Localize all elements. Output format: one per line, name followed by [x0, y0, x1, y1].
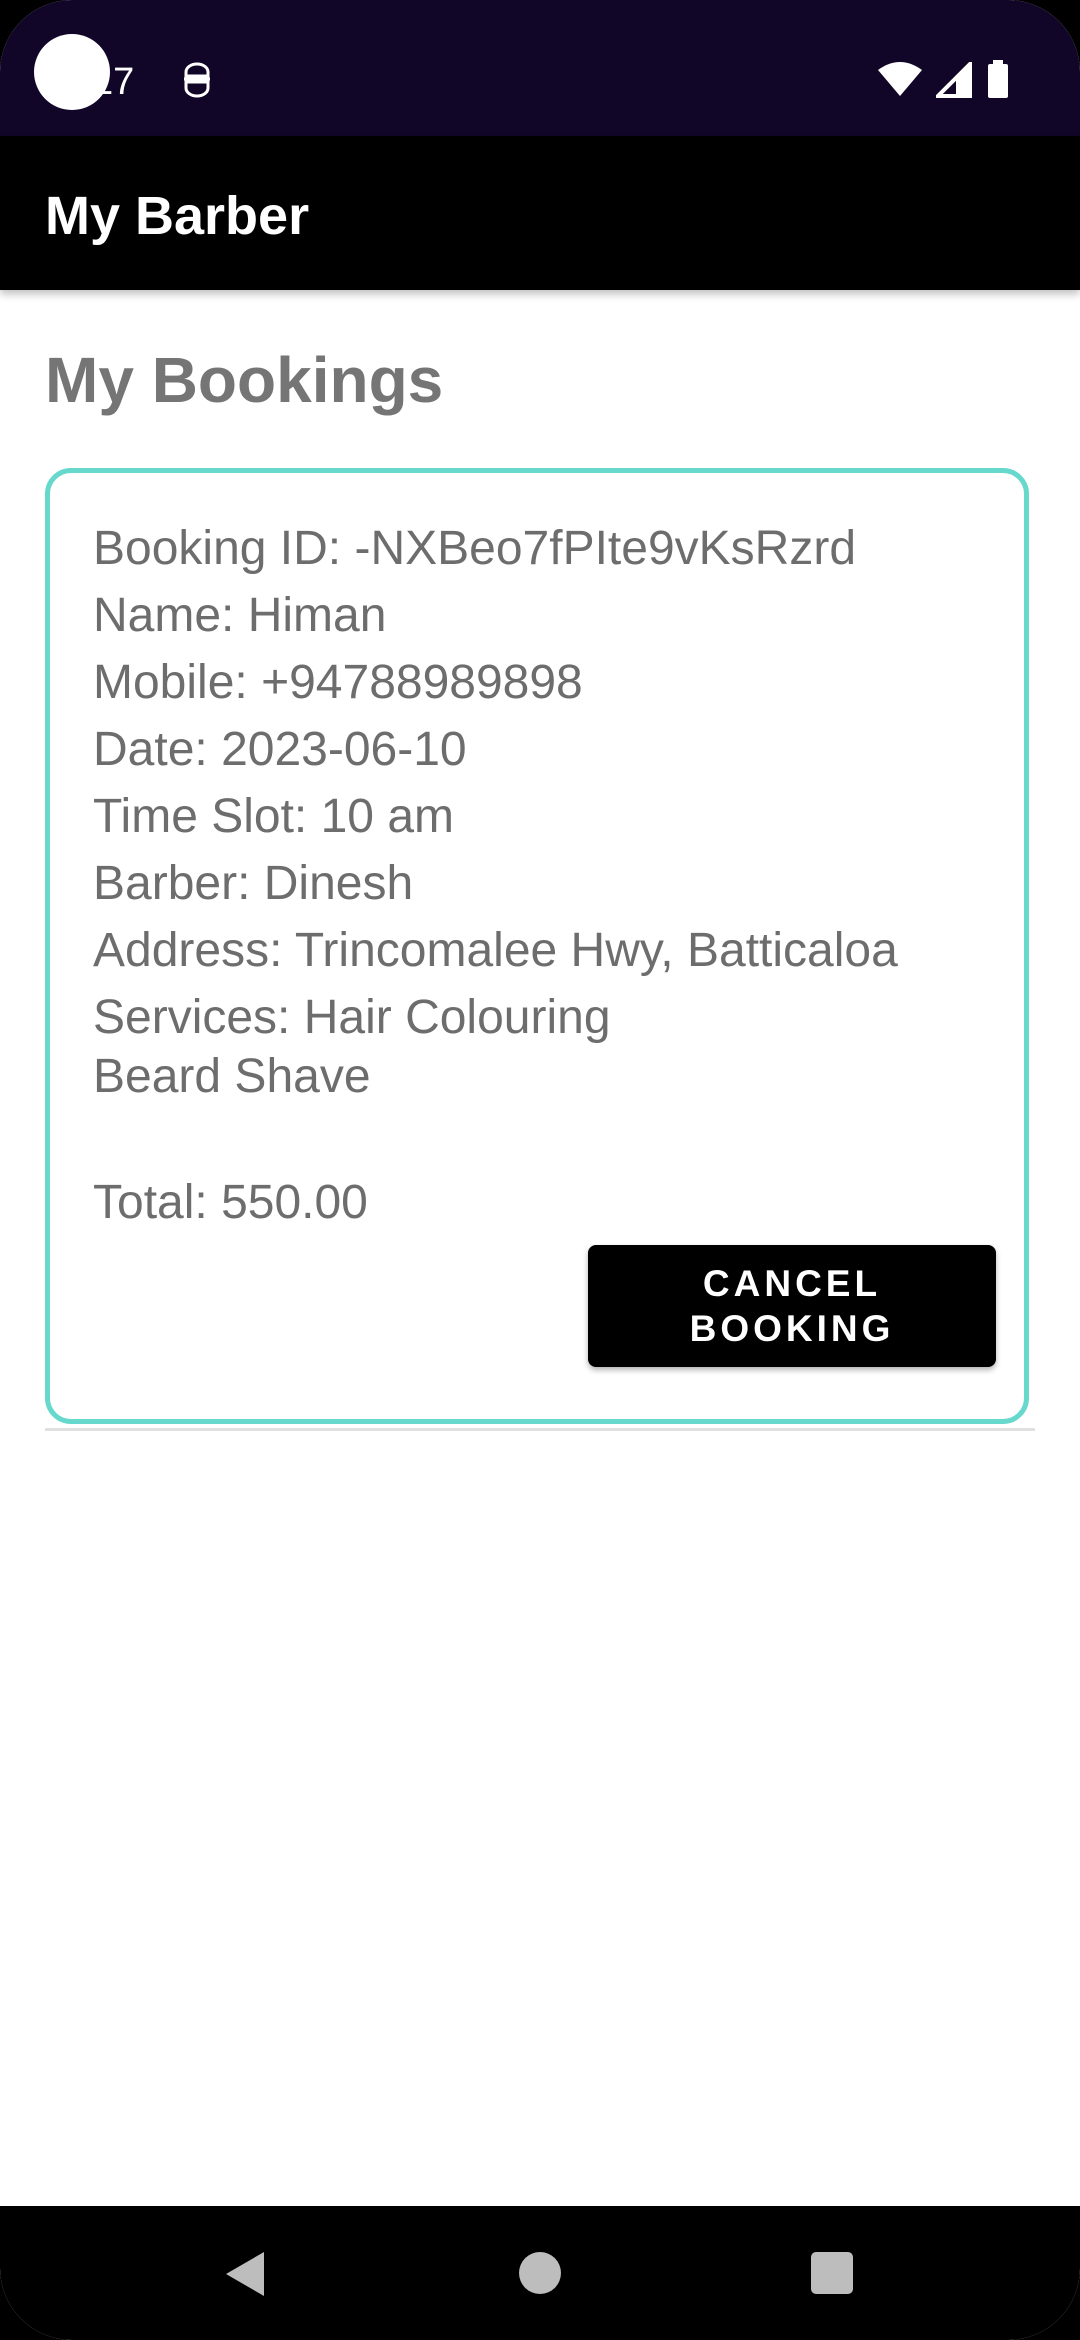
app-title: My Barber: [45, 186, 310, 246]
wifi-icon: [878, 62, 922, 96]
booking-barber-text: Barber: Dinesh: [93, 857, 414, 910]
booking-services-line: Services: Hair Colouring: [93, 991, 611, 1044]
booking-card: Booking ID: -NXBeo7fPIte9vKsRzrd Name: H…: [45, 468, 1029, 1424]
app-bar: My Barber: [0, 136, 1080, 290]
booking-details: Booking ID: -NXBeo7fPIte9vKsRzrd Name: H…: [93, 515, 993, 1236]
back-icon[interactable]: [222, 2250, 268, 2298]
device-screen: 17 My Barber My Bookings Booking ID: -NX…: [0, 0, 1080, 2340]
status-time: 17: [92, 61, 135, 103]
booking-mobile-text: Mobile: +94788989898: [93, 656, 583, 709]
status-bar: 17: [0, 0, 1080, 136]
signal-icon: [936, 62, 972, 98]
booking-date-text: Date: 2023-06-10: [93, 723, 467, 776]
battery-icon: [988, 60, 1008, 98]
booking-services: Services: Hair Colouring Beard Shave: [93, 988, 993, 1106]
status-icons: [878, 60, 1010, 100]
cancel-booking-button[interactable]: CANCEL BOOKING: [588, 1245, 996, 1367]
page-title: My Bookings: [45, 344, 444, 416]
booking-time-slot-text: Time Slot: 10 am: [93, 790, 455, 843]
booking-name-text: Name: Himan: [93, 589, 387, 642]
booking-total-text: Total: 550.00: [93, 1176, 368, 1229]
notification-icon: [184, 62, 210, 98]
booking-address-text: Address: Trincomalee Hwy, Batticaloa: [93, 924, 898, 977]
recents-icon[interactable]: [811, 2252, 853, 2294]
booking-services-line: Beard Shave: [93, 1050, 371, 1103]
system-nav-bar: [0, 2206, 1080, 2340]
booking-id-text: Booking ID: -NXBeo7fPIte9vKsRzrd: [93, 522, 857, 575]
list-divider: [45, 1428, 1035, 1431]
home-icon[interactable]: [519, 2252, 561, 2294]
